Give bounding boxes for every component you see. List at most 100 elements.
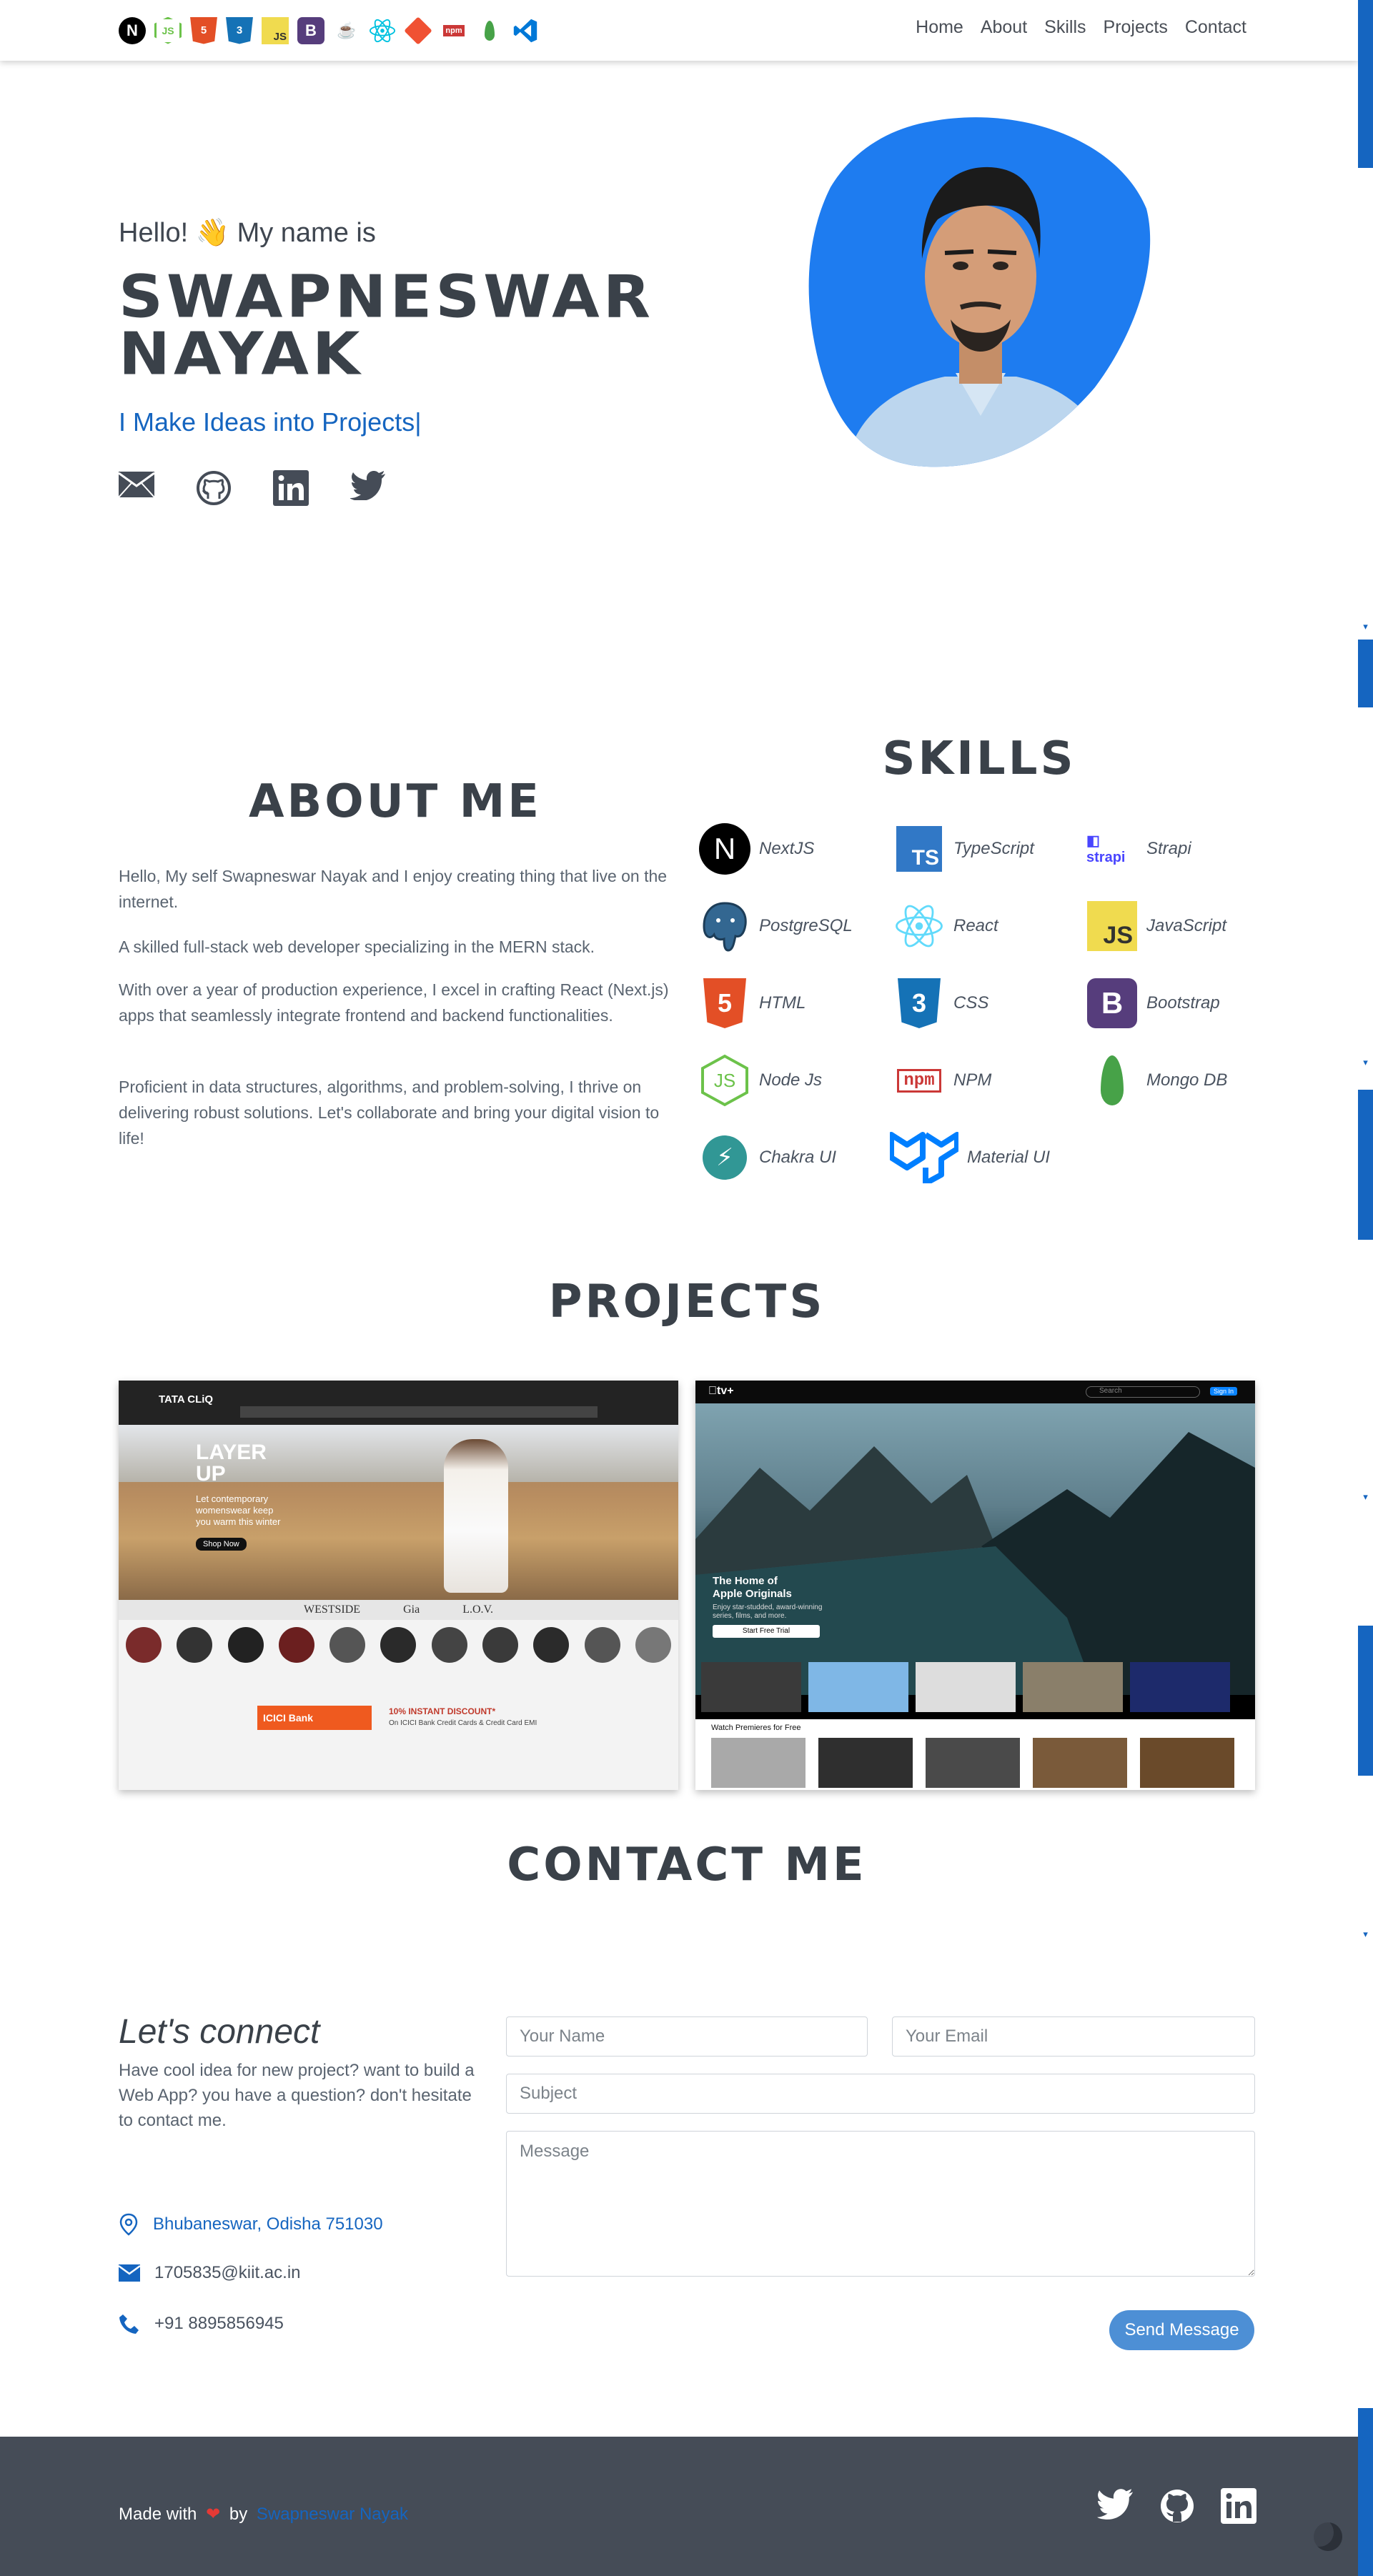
- skill-mongodb: Mongo DB: [1086, 1055, 1227, 1106]
- javascript-icon: JS: [262, 16, 289, 44]
- navbar: N JS 5 3 JS B ☕ npm Home About Skills Pr…: [0, 0, 1358, 61]
- twitter-icon[interactable]: [350, 470, 386, 509]
- address-text[interactable]: Bhubaneswar, Odisha 751030: [153, 2214, 383, 2234]
- email-icon[interactable]: [118, 470, 155, 509]
- project-card-tatacliq[interactable]: TATA CLiQ LAYER UP Let contemporary wome…: [119, 1381, 678, 1790]
- nav-link-projects[interactable]: Projects: [1104, 17, 1168, 38]
- mongodb-icon: [476, 17, 503, 44]
- java-icon: ☕: [337, 21, 357, 39]
- skill-nextjs: N NextJS: [699, 823, 814, 875]
- linkedin-icon[interactable]: [273, 470, 309, 509]
- skills-title: SKILLS: [882, 732, 1076, 785]
- projects-title: PROJECTS: [548, 1275, 826, 1328]
- footer-author-link[interactable]: Swapneswar Nayak: [252, 2505, 408, 2524]
- twitter-icon[interactable]: [1096, 2488, 1134, 2527]
- appletv-headline2: Apple Originals: [713, 1588, 792, 1600]
- email-field[interactable]: [892, 2016, 1255, 2057]
- skill-label: JavaScript: [1146, 916, 1227, 935]
- about-paragraph: Hello, My self Swapneswar Nayak and I en…: [119, 867, 668, 911]
- tatacliq-offer: 10% INSTANT DISCOUNT*: [389, 1706, 496, 1716]
- mongodb-icon: [1086, 1055, 1138, 1106]
- skill-label: Strapi: [1146, 839, 1191, 858]
- skill-materialui: Material UI: [890, 1132, 1050, 1183]
- contact-email: 1705835@kiit.ac.in: [119, 2263, 301, 2283]
- nav-link-contact[interactable]: Contact: [1185, 17, 1246, 38]
- scrollbar-thumb[interactable]: [1358, 0, 1373, 168]
- skill-label: Chakra UI: [759, 1148, 837, 1167]
- appletv-search: Search: [1086, 1386, 1200, 1398]
- scroll-down-icon: ▾: [1363, 1058, 1368, 1068]
- skill-javascript: JS JavaScript: [1086, 900, 1226, 952]
- skill-label: Material UI: [967, 1148, 1051, 1167]
- appletv-hero: The Home of Apple Originals Enjoy star-s…: [695, 1403, 1255, 1695]
- html5-icon: 5: [699, 978, 750, 1029]
- scrollbar[interactable]: [1358, 0, 1373, 2576]
- tatacliq-banner-sub: Let contemporary womenswear keep you war…: [196, 1493, 281, 1527]
- hero-social-links: [118, 470, 386, 509]
- skill-label: NPM: [953, 1070, 992, 1090]
- tatacliq-product-row: [126, 1627, 671, 1670]
- vscode-icon: [512, 17, 539, 44]
- project-card-appletv[interactable]: tv+ Search Sign In The Home of Apple Or…: [695, 1381, 1255, 1790]
- nav-link-home[interactable]: Home: [916, 17, 963, 38]
- skill-label: Bootstrap: [1146, 993, 1220, 1013]
- skill-label: NextJS: [759, 839, 815, 858]
- scroll-down-icon: ▾: [1363, 1492, 1368, 1503]
- github-icon[interactable]: [1159, 2488, 1195, 2527]
- nodejs-icon: JS: [699, 1054, 750, 1107]
- nav-link-about[interactable]: About: [981, 17, 1027, 38]
- nav-link-skills[interactable]: Skills: [1044, 17, 1086, 38]
- scroll-down-icon: ▾: [1363, 622, 1368, 632]
- subject-field[interactable]: [506, 2074, 1255, 2114]
- appletv-headline1: The Home of: [713, 1575, 778, 1587]
- strapi-icon: ◧ strapi: [1086, 833, 1126, 865]
- skill-label: PostgreSQL: [759, 916, 853, 935]
- email-text[interactable]: 1705835@kiit.ac.in: [154, 2263, 301, 2283]
- theme-toggle-moon-icon[interactable]: [1314, 2522, 1342, 2551]
- react-icon: [369, 17, 396, 44]
- github-icon[interactable]: [196, 470, 232, 509]
- skill-label: React: [953, 916, 998, 935]
- name-field[interactable]: [506, 2016, 868, 2057]
- appletv-sub: Enjoy star-studded, award-winning series…: [713, 1603, 823, 1620]
- nextjs-icon: N: [119, 16, 146, 44]
- hero-tagline: I Make Ideas into Projects|: [119, 407, 422, 437]
- nav-tech-icons: N JS 5 3 JS B ☕ npm: [119, 16, 539, 45]
- skill-nodejs: JS Node Js: [699, 1054, 823, 1107]
- skill-postgresql: PostgreSQL: [699, 900, 853, 952]
- phone-text[interactable]: +91 8895856945: [154, 2314, 284, 2334]
- bootstrap-icon: B: [1086, 978, 1138, 1029]
- phone-icon: [119, 2314, 139, 2334]
- appletv-signin: Sign In: [1210, 1387, 1238, 1396]
- git-icon: [404, 16, 432, 45]
- message-field[interactable]: [506, 2131, 1255, 2277]
- icici-bank-logo: ICICI Bank: [257, 1706, 372, 1730]
- skill-bootstrap: B Bootstrap: [1086, 978, 1220, 1029]
- skill-css: 3 CSS: [893, 978, 988, 1029]
- postgresql-icon: [699, 900, 750, 952]
- contact-phone: +91 8895856945: [119, 2313, 284, 2334]
- npm-icon: npm: [893, 1055, 945, 1106]
- scrollbar-segment: [1358, 1626, 1373, 1776]
- tatacliq-banner-line2: UP: [196, 1462, 226, 1486]
- skill-typescript: TS TypeScript: [893, 823, 1034, 875]
- brand-label: L.O.V.: [462, 1603, 494, 1616]
- appletv-header: tv+ Search Sign In: [695, 1381, 1255, 1403]
- scroll-down-icon: ▾: [1363, 1929, 1368, 1940]
- linkedin-icon[interactable]: [1221, 2488, 1256, 2527]
- contact-description: Have cool idea for new project? want to …: [119, 2061, 475, 2130]
- npm-icon: npm: [440, 17, 467, 44]
- skill-label: Node Js: [759, 1070, 823, 1090]
- skill-strapi: ◧ strapi Strapi: [1086, 823, 1191, 875]
- appletv-premieres-row: Watch Premieres for Free: [695, 1719, 1255, 1790]
- send-message-button[interactable]: Send Message: [1109, 2310, 1254, 2350]
- about-paragraph: A skilled full-stack web developer speci…: [119, 938, 595, 956]
- hero-name: SWAPNESWAR NAYAK: [119, 263, 654, 389]
- tatacliq-offer-sub: On ICICI Bank Credit Cards & Credit Card…: [389, 1719, 537, 1727]
- tatacliq-header: TATA CLiQ: [119, 1381, 678, 1425]
- html5-icon: 5: [190, 16, 217, 44]
- hero-greeting: Hello! 👋 My name is: [119, 218, 376, 248]
- email-icon: [119, 2264, 140, 2282]
- contact-address: Bhubaneswar, Odisha 751030: [119, 2213, 383, 2236]
- profile-photo: [802, 116, 1152, 468]
